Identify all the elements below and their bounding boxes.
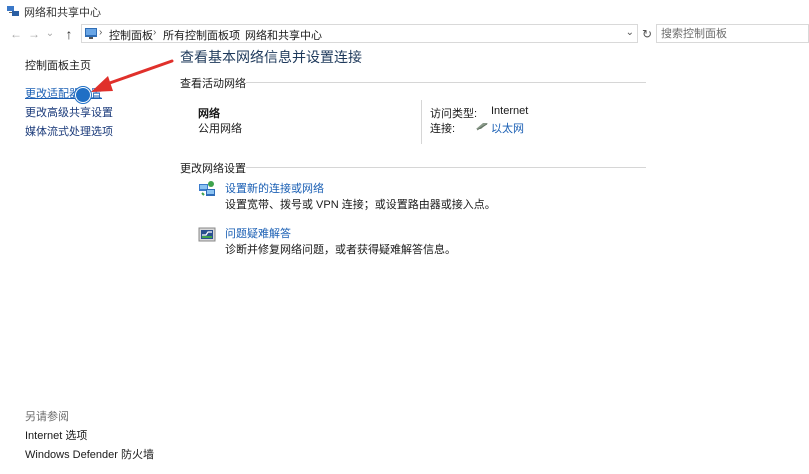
control-panel-icon: [85, 28, 97, 39]
media-streaming-options-link[interactable]: 媒体流式处理选项: [25, 123, 113, 139]
forward-button[interactable]: →: [26, 26, 42, 42]
cursor-indicator-icon: [75, 87, 91, 103]
recent-locations-button[interactable]: ⌄: [42, 26, 58, 42]
ethernet-connection-link[interactable]: 以太网: [491, 120, 524, 136]
control-panel-home-link[interactable]: 控制面板主页: [25, 57, 91, 73]
network-type: 公用网络: [198, 123, 242, 135]
see-also-heading: 另请参阅: [25, 411, 69, 423]
address-box[interactable]: › 控制面板 › 所有控制面板项 › 网络和共享中心 ⌄: [81, 24, 638, 43]
windows-defender-firewall-link[interactable]: Windows Defender 防火墙: [25, 446, 154, 462]
section-divider: [246, 167, 646, 168]
section-divider: [246, 82, 646, 83]
search-input[interactable]: [657, 25, 801, 42]
troubleshoot-icon: [198, 227, 216, 242]
network-center-icon: [7, 6, 19, 16]
access-type-label: 访问类型:: [430, 108, 478, 120]
access-type-value: Internet: [491, 105, 529, 117]
setup-new-connection-description: 设置宽带、拨号或 VPN 连接；或设置路由器或接入点。: [225, 199, 496, 211]
breadcrumb-all-items[interactable]: 所有控制面板项: [163, 27, 240, 43]
ethernet-icon: [476, 123, 488, 131]
breadcrumb-chevron-icon: ›: [153, 27, 157, 38]
network-setup-icon: [199, 181, 215, 196]
address-dropdown-icon[interactable]: ⌄: [626, 27, 634, 38]
connections-label: 连接:: [430, 123, 456, 135]
active-networks-heading: 查看活动网络: [180, 78, 246, 90]
address-bar: ← → ⌄ ↑ › 控制面板 › 所有控制面板项 › 网络和共享中心 ⌄ ↻: [0, 23, 809, 45]
breadcrumb-chevron-icon: ›: [99, 27, 103, 38]
setup-new-connection-link[interactable]: 设置新的连接或网络: [225, 180, 324, 196]
refresh-icon[interactable]: ↻: [640, 26, 654, 42]
sidebar: 控制面板主页 更改适配器设置 更改高级共享设置 媒体流式处理选项 另请参阅 In…: [0, 46, 170, 474]
network-info-divider: [421, 100, 422, 144]
up-button[interactable]: ↑: [61, 26, 77, 42]
title-bar: 网络和共享中心: [0, 0, 809, 22]
troubleshoot-problems-description: 诊断并修复网络问题，或者获得疑难解答信息。: [225, 244, 456, 256]
page-title: 查看基本网络信息并设置连接: [180, 49, 362, 65]
window-title: 网络和共享中心: [24, 7, 101, 19]
breadcrumb-network-center[interactable]: 网络和共享中心: [245, 27, 322, 43]
network-name: 网络: [198, 108, 220, 120]
change-advanced-sharing-link[interactable]: 更改高级共享设置: [25, 104, 113, 120]
breadcrumb-chevron-icon: ›: [235, 27, 239, 38]
search-box[interactable]: [656, 24, 809, 43]
troubleshoot-problems-link[interactable]: 问题疑难解答: [225, 225, 291, 241]
breadcrumb-control-panel[interactable]: 控制面板: [109, 27, 153, 43]
change-network-settings-heading: 更改网络设置: [180, 163, 246, 175]
internet-options-link[interactable]: Internet 选项: [25, 427, 87, 443]
back-button[interactable]: ←: [8, 26, 24, 42]
